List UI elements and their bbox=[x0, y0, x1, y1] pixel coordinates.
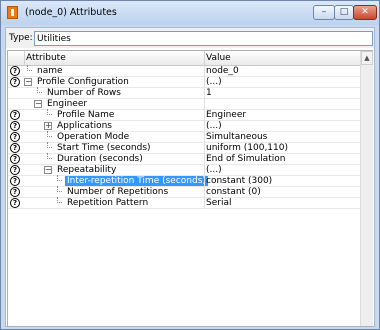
collapse-icon[interactable]: − bbox=[44, 166, 52, 174]
attribute-value-cell[interactable]: 1 bbox=[206, 88, 212, 98]
minimize-button[interactable]: – bbox=[313, 5, 335, 20]
attribute-value-cell[interactable]: End of Simulation bbox=[206, 154, 285, 164]
column-divider bbox=[204, 154, 205, 165]
attribute-name-cell[interactable]: Duration (seconds) bbox=[55, 154, 145, 164]
attributes-window: (node_0) Attributes – □ ✕ Type: Attribut… bbox=[0, 0, 380, 330]
column-divider bbox=[204, 143, 205, 154]
question-circle-icon[interactable]: ? bbox=[10, 77, 20, 87]
attribute-name-cell[interactable]: Inter-repetition Time (seconds) bbox=[65, 176, 208, 186]
attribute-name-cell[interactable]: Engineer bbox=[45, 99, 89, 109]
table-row[interactable]: Number of Rows 1 bbox=[8, 87, 360, 99]
collapse-icon[interactable]: − bbox=[24, 78, 32, 86]
attribute-name-cell[interactable]: Start Time (seconds) bbox=[55, 143, 153, 153]
table-row[interactable]: ? Operation Mode Simultaneous bbox=[8, 131, 360, 143]
vertical-scrollbar[interactable]: ▲ bbox=[360, 51, 373, 326]
question-circle-icon[interactable]: ? bbox=[10, 154, 20, 164]
question-circle-icon[interactable]: ? bbox=[10, 198, 20, 208]
grid-rows: ? name node_0? − Profile Configuration (...) N… bbox=[8, 65, 360, 209]
table-row[interactable]: ? + Applications (...) bbox=[8, 121, 360, 132]
maximize-button[interactable]: □ bbox=[334, 5, 354, 20]
question-circle-icon[interactable]: ? bbox=[10, 132, 20, 142]
header-divider bbox=[24, 51, 25, 66]
type-label: Type: bbox=[9, 33, 33, 43]
type-input[interactable] bbox=[34, 31, 373, 46]
attribute-column-header[interactable]: Attribute bbox=[26, 53, 66, 63]
tree-connector bbox=[47, 142, 52, 148]
column-divider bbox=[204, 110, 205, 121]
question-circle-icon[interactable]: ? bbox=[10, 121, 20, 131]
attribute-name-cell[interactable]: Number of Rows bbox=[45, 88, 123, 98]
column-divider bbox=[204, 176, 205, 187]
header-divider[interactable] bbox=[204, 51, 205, 66]
column-divider bbox=[204, 165, 205, 176]
attribute-value-cell[interactable]: (...) bbox=[206, 121, 222, 131]
question-circle-icon[interactable]: ? bbox=[10, 176, 20, 186]
attribute-value-cell[interactable]: constant (300) bbox=[206, 176, 272, 186]
tree-connector bbox=[47, 153, 52, 159]
window-client-area: Type: Attribute Value ?namenode_0?−Profi… bbox=[5, 27, 375, 327]
column-divider bbox=[204, 132, 205, 143]
question-circle-icon[interactable]: ? bbox=[10, 165, 20, 175]
expand-icon[interactable]: + bbox=[44, 122, 52, 130]
attribute-grid: Attribute Value ? name node_0? − Profile Con… bbox=[7, 50, 373, 327]
table-row[interactable]: ? Profile Name Engineer bbox=[8, 109, 360, 121]
question-circle-icon[interactable]: ? bbox=[10, 187, 20, 197]
tree-connector bbox=[47, 131, 52, 137]
attribute-value-cell[interactable]: Serial bbox=[206, 198, 231, 208]
attribute-value-cell[interactable]: Simultaneous bbox=[206, 132, 267, 142]
table-row[interactable]: − Engineer bbox=[8, 99, 360, 110]
column-divider bbox=[204, 66, 205, 77]
value-column-header[interactable]: Value bbox=[206, 53, 231, 63]
tree-connector bbox=[57, 186, 62, 192]
window-title: (node_0) Attributes bbox=[25, 7, 117, 18]
title-bar[interactable]: (node_0) Attributes – □ ✕ bbox=[1, 1, 379, 25]
tree-connector bbox=[57, 197, 62, 203]
table-row[interactable]: ? − Profile Configuration (...) bbox=[8, 77, 360, 88]
question-circle-icon[interactable]: ? bbox=[10, 110, 20, 120]
question-circle-icon[interactable]: ? bbox=[10, 143, 20, 153]
close-button[interactable]: ✕ bbox=[353, 5, 377, 20]
type-row: Type: bbox=[6, 28, 374, 48]
column-divider bbox=[204, 77, 205, 88]
column-divider bbox=[204, 187, 205, 198]
column-divider bbox=[204, 99, 205, 110]
question-circle-icon[interactable]: ? bbox=[10, 66, 20, 76]
attribute-name-cell[interactable]: name bbox=[35, 66, 65, 76]
table-row[interactable]: ? Start Time (seconds) uniform (100,110) bbox=[8, 142, 360, 154]
scroll-up-arrow-icon[interactable]: ▲ bbox=[361, 51, 373, 65]
app-icon bbox=[7, 6, 18, 19]
attribute-name-cell[interactable]: Applications bbox=[55, 121, 114, 131]
attribute-value-cell[interactable]: Engineer bbox=[206, 110, 246, 120]
grid-header: Attribute Value bbox=[8, 51, 360, 66]
collapse-icon[interactable]: − bbox=[34, 100, 42, 108]
table-row[interactable]: ? Duration (seconds) End of Simulation bbox=[8, 153, 360, 165]
column-divider bbox=[204, 198, 205, 209]
attribute-value-cell[interactable]: constant (0) bbox=[206, 187, 261, 197]
attribute-value-cell[interactable]: (...) bbox=[206, 165, 222, 175]
attribute-name-cell[interactable]: Operation Mode bbox=[55, 132, 131, 142]
table-row[interactable]: ? name node_0 bbox=[8, 65, 360, 77]
tree-connector bbox=[37, 87, 42, 93]
column-divider bbox=[204, 121, 205, 132]
attribute-value-cell[interactable]: node_0 bbox=[206, 66, 239, 76]
attribute-value-cell[interactable]: (...) bbox=[206, 77, 222, 87]
table-row[interactable]: ? Repetition Pattern Serial bbox=[8, 197, 360, 209]
tree-connector bbox=[47, 109, 52, 115]
column-divider bbox=[204, 88, 205, 99]
attribute-name-cell[interactable]: Number of Repetitions bbox=[65, 187, 170, 197]
attribute-name-cell[interactable]: Profile Configuration bbox=[35, 77, 131, 87]
attribute-name-cell[interactable]: Profile Name bbox=[55, 110, 116, 120]
tree-connector bbox=[57, 175, 62, 181]
tree-connector bbox=[27, 65, 32, 71]
attribute-name-cell[interactable]: Repeatability bbox=[55, 165, 118, 175]
attribute-name-cell[interactable]: Repetition Pattern bbox=[65, 198, 150, 208]
attribute-value-cell[interactable]: uniform (100,110) bbox=[206, 143, 288, 153]
